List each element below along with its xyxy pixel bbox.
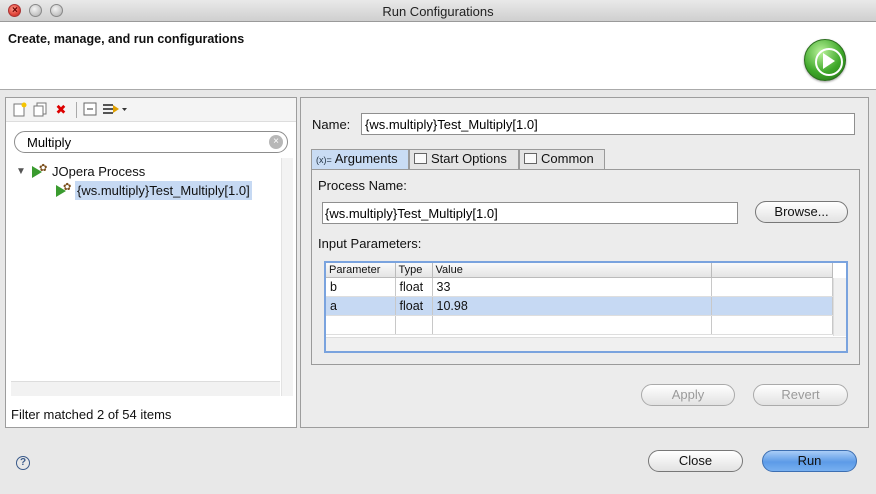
column-header-type[interactable]: Type [395,263,433,278]
duplicate-configuration-icon[interactable] [32,102,48,118]
input-parameters-label: Input Parameters: [318,236,422,251]
cell-value[interactable]: 33 [432,277,712,297]
configuration-tree: ▼ ✿ JOpera Process ✿ {ws.multiply}Test_M… [12,162,292,200]
input-parameters-table[interactable]: Parameter Type Value b float 33 a float … [324,261,848,353]
clear-search-icon[interactable]: × [269,135,283,149]
tree-group-label: JOpera Process [52,164,146,179]
expand-triangle-icon[interactable]: ▼ [16,162,26,181]
cell-parameter[interactable]: a [326,296,396,316]
new-configuration-icon[interactable] [12,102,28,118]
collapse-all-icon[interactable] [82,102,98,118]
table-vertical-scrollbar[interactable] [833,278,846,336]
help-icon[interactable]: ? [16,456,30,470]
filter-status-text: Filter matched 2 of 54 items [11,407,172,422]
name-label: Name: [312,117,351,132]
cell-empty [711,277,833,297]
tab-label: Arguments [334,151,398,166]
toolbar-separator [76,102,77,118]
browse-button[interactable]: Browse... [755,201,848,223]
cell-empty [432,315,712,335]
jopera-process-icon: ✿ [32,164,48,179]
tree-item-label: {ws.multiply}Test_Multiply[1.0] [75,181,252,200]
filter-search-input[interactable] [27,134,267,150]
config-toolbar: ✖ [6,98,296,122]
name-input[interactable] [361,113,855,135]
filter-search-field[interactable]: × [14,131,288,153]
tab-common[interactable]: Common [519,149,605,169]
parameters-table: Parameter Type Value b float 33 a float … [326,263,833,335]
column-header-parameter[interactable]: Parameter [326,263,396,278]
jopera-launch-icon: ✿ [56,183,72,198]
cell-empty [711,315,833,335]
close-button[interactable]: Close [648,450,743,472]
tree-group-jopera-process[interactable]: ▼ ✿ JOpera Process [12,162,292,181]
arguments-tab-content: Process Name: Browse... Input Parameters… [311,169,860,365]
common-icon [524,153,537,164]
cell-empty [326,315,396,335]
revert-button[interactable]: Revert [753,384,848,406]
table-row[interactable]: b float 33 [326,277,833,297]
process-name-input[interactable] [322,202,738,224]
process-name-label: Process Name: [318,178,407,193]
column-header-empty [711,263,833,278]
cell-type[interactable]: float [395,296,433,316]
header-title: Create, manage, and run configurations [8,32,245,46]
run-configuration-icon [804,39,846,81]
apply-button[interactable]: Apply [641,384,735,406]
tree-horizontal-scrollbar[interactable] [11,381,280,396]
window-title: Run Configurations [382,4,494,19]
cell-empty [711,296,833,316]
delete-configuration-icon[interactable]: ✖ [53,102,69,118]
table-row-empty[interactable] [326,315,833,335]
arguments-icon: (x)= [316,155,332,165]
cell-empty [395,315,433,335]
tab-label: Start Options [431,151,507,166]
configuration-editor-panel: Name: (x)=Arguments Start Options Common… [300,97,869,428]
table-horizontal-scrollbar[interactable] [326,337,846,351]
cell-value[interactable]: 10.98 [432,296,712,316]
run-button[interactable]: Run [762,450,857,472]
tab-label: Common [541,151,594,166]
table-row[interactable]: a float 10.98 [326,296,833,316]
dialog-header: Create, manage, and run configurations [0,22,876,90]
start-options-icon [414,153,427,164]
tab-arguments[interactable]: (x)= Arguments [311,149,409,169]
tree-item-test-multiply[interactable]: ✿ {ws.multiply}Test_Multiply[1.0] [12,181,292,200]
filter-menu-icon[interactable] [102,102,128,118]
title-bar: × Run Configurations [0,0,876,22]
tree-vertical-scrollbar[interactable] [281,158,293,396]
cell-type[interactable]: float [395,277,433,297]
column-header-value[interactable]: Value [432,263,712,278]
configuration-list-panel: ✖ × ▼ ✿ JOpera Process ✿ {ws.multiply}Te… [5,97,297,428]
cell-parameter[interactable]: b [326,277,396,297]
tab-start-options[interactable]: Start Options [409,149,519,169]
